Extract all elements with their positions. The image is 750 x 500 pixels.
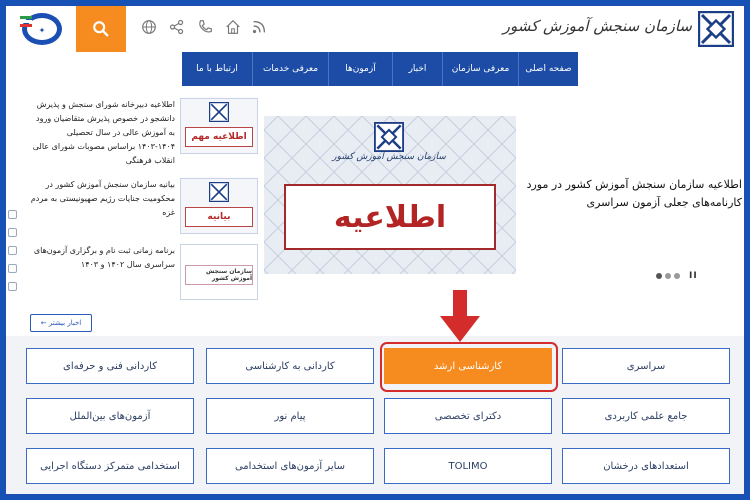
thumb-label: اطلاعیه مهم — [185, 127, 253, 147]
thumb-label: بیانیه — [185, 207, 253, 227]
nav-home[interactable]: صفحه اصلی — [518, 52, 578, 86]
news-title[interactable]: اطلاعیه دبیرخانه شورای سنجش و پذیرش دانش… — [30, 98, 175, 168]
slider-dot[interactable] — [656, 273, 662, 279]
arrow-down-icon — [440, 290, 480, 342]
sanjesh-logo-icon — [698, 11, 734, 47]
share-icon[interactable] — [168, 18, 186, 36]
highlight-ring — [380, 342, 558, 392]
exam-tolimo-button[interactable]: TOLIMO — [384, 448, 552, 484]
news-thumbnail[interactable]: سازمان سنجش آموزش کشور — [180, 244, 258, 300]
news-item[interactable]: بیانیه بیانیه سازمان سنجش آموزش کشور در … — [30, 178, 260, 240]
exam-technical-associate-button[interactable]: کاردانی فنی و حرفه‌ای — [26, 348, 194, 384]
site-brand-name: سازمان سنجش آموزش کشور — [502, 17, 692, 35]
news-slider-image[interactable]: سازمان سنجش آموزش کشور اطلاعیه — [264, 116, 516, 274]
home-icon[interactable] — [224, 18, 242, 36]
site-header: ✦ سازمان سنجش آموزش کشور — [6, 6, 744, 52]
pause-icon[interactable]: II — [689, 271, 698, 281]
exam-applied-science-button[interactable]: جامع علمی کاربردی — [562, 398, 730, 434]
nav-services[interactable]: معرفی خدمات — [252, 52, 328, 86]
exam-talents-button[interactable]: استعدادهای درخشان — [562, 448, 730, 484]
reset-icon[interactable] — [8, 282, 17, 291]
search-button[interactable] — [76, 6, 126, 52]
zoom-icon[interactable] — [8, 246, 17, 255]
rss-icon[interactable] — [250, 18, 268, 36]
contrast-icon[interactable] — [8, 228, 17, 237]
thumb-label: سازمان سنجش آموزش کشور — [185, 265, 253, 285]
news-thumbnail[interactable]: بیانیه — [180, 178, 258, 234]
news-thumbnail[interactable]: اطلاعیه مهم — [180, 98, 258, 154]
nav-about[interactable]: معرفی سازمان — [442, 52, 518, 86]
slider-controls: II — [656, 270, 698, 282]
sanjesh-logo-icon — [209, 182, 229, 202]
font-size-icon[interactable] — [8, 264, 17, 273]
news-title[interactable]: برنامه زمانی ثبت نام و برگزاری آزمون‌های… — [30, 244, 175, 272]
slider-logo-caption: سازمان سنجش آموزش کشور — [332, 152, 446, 162]
more-news-button[interactable]: اخبار بیشتر ← — [30, 314, 92, 332]
main-nav: صفحه اصلی معرفی سازمان اخبار آزمون‌ها مع… — [182, 52, 578, 86]
globe-icon[interactable] — [140, 18, 158, 36]
sanjesh-logo-icon — [374, 122, 404, 152]
exam-central-employment-button[interactable]: استخدامی متمرکز دستگاه اجرایی — [26, 448, 194, 484]
nav-contact[interactable]: ارتباط با ما — [182, 52, 252, 86]
phone-icon[interactable] — [196, 18, 214, 36]
nav-exams[interactable]: آزمون‌ها — [328, 52, 392, 86]
site-logo[interactable]: سازمان سنجش آموزش کشور — [503, 9, 734, 49]
settings-icon[interactable] — [8, 210, 17, 219]
exam-other-employment-button[interactable]: سایر آزمون‌های استخدامی — [206, 448, 374, 484]
exam-international-button[interactable]: آزمون‌های بین‌الملل — [26, 398, 194, 434]
slider-banner: اطلاعیه — [284, 184, 496, 250]
browser-frame: ✦ سازمان سنجش آموزش کشور صفحه اصلی معرفی… — [4, 4, 746, 496]
exam-sarasari-button[interactable]: سراسری — [562, 348, 730, 384]
exam-associate-to-bachelor-button[interactable]: کاردانی به کارشناسی — [206, 348, 374, 384]
sanjesh-logo-icon — [209, 102, 229, 122]
news-title[interactable]: بیانیه سازمان سنجش آموزش کشور در محکومیت… — [30, 178, 175, 220]
news-item[interactable]: سازمان سنجش آموزش کشور برنامه زمانی ثبت … — [30, 244, 260, 306]
slide-title[interactable]: اطلاعیه سازمان سنجش آموزش کشور در مورد ک… — [526, 176, 742, 212]
accessibility-side-icons — [8, 210, 18, 330]
slider-dot[interactable] — [665, 273, 671, 279]
search-icon — [93, 21, 109, 37]
exam-phd-button[interactable]: دکترای تخصصی — [384, 398, 552, 434]
exam-payam-noor-button[interactable]: پیام نور — [206, 398, 374, 434]
news-item[interactable]: اطلاعیه مهم اطلاعیه دبیرخانه شورای سنجش … — [30, 98, 260, 165]
svg-text:✦: ✦ — [39, 26, 46, 35]
slider-dot[interactable] — [674, 273, 680, 279]
nav-news[interactable]: اخبار — [392, 52, 442, 86]
